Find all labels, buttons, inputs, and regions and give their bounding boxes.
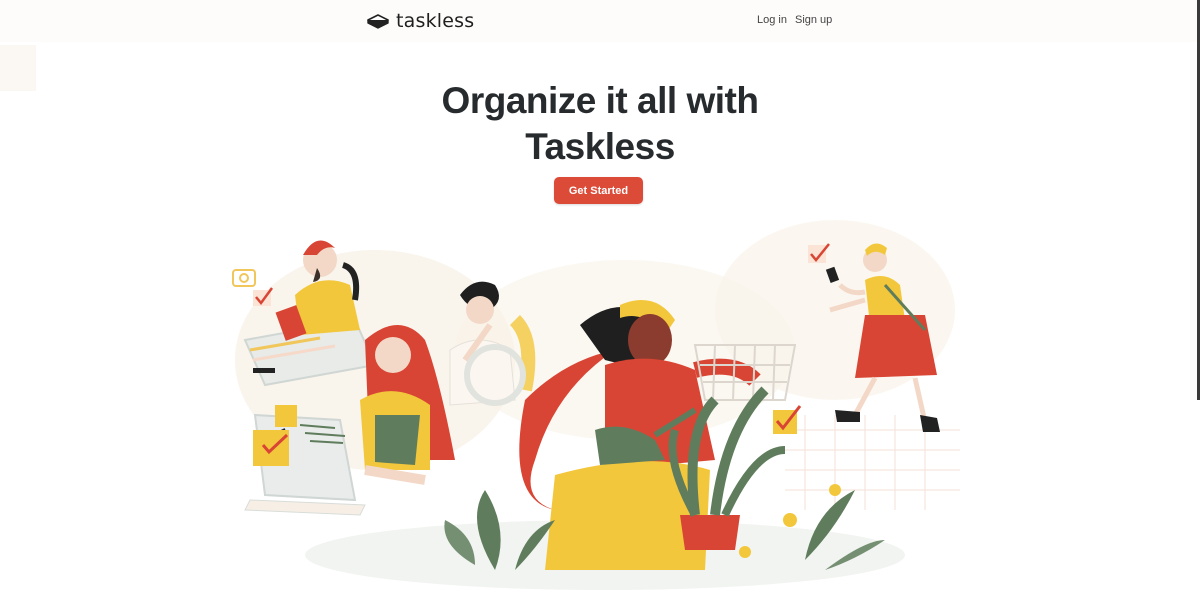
auth-nav: Log in Sign up xyxy=(757,14,832,26)
checkbox-checked-icon-right-top xyxy=(808,243,830,263)
signup-link[interactable]: Sign up xyxy=(795,14,832,26)
hero-title-line-1: Organize it all with xyxy=(441,80,759,121)
checkbox-checked-icon-right-bottom xyxy=(773,405,802,434)
brand-logo-link[interactable]: taskless xyxy=(366,9,474,33)
hero-illustration xyxy=(232,220,960,590)
camera-icon xyxy=(232,269,256,287)
stacked-paper-icon xyxy=(367,14,389,29)
hero-title-line-2: Taskless xyxy=(525,126,675,167)
login-link[interactable]: Log in xyxy=(757,14,787,26)
checkbox-checked-icon xyxy=(253,287,274,306)
hero-title: Organize it all with Taskless xyxy=(0,78,1200,170)
top-navbar xyxy=(0,0,1200,42)
brand-name: taskless xyxy=(396,10,475,32)
